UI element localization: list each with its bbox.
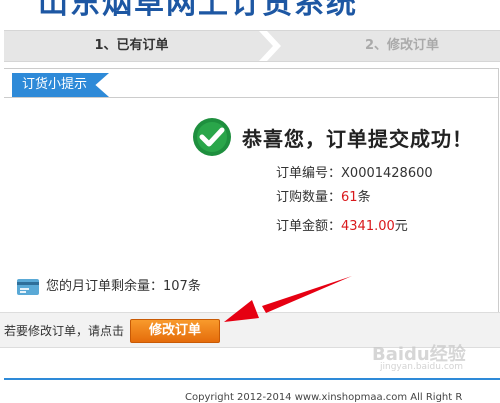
order-quantity: 订购数量：61条 [276, 186, 371, 205]
order-number: 订单编号：X0001428600 [276, 162, 433, 181]
monthly-quota-text: 您的月订单剩余量：107条 [46, 279, 201, 294]
order-quantity-value: 61 [341, 190, 358, 205]
order-number-label: 订单编号： [276, 166, 342, 181]
divider [4, 97, 498, 98]
check-circle-icon [193, 118, 231, 156]
tip-tab: 订货小提示 [12, 73, 110, 97]
modify-order-button[interactable]: 修改订单 [130, 319, 220, 343]
watermark-url: jingyan.baidu.com [380, 362, 464, 372]
order-quantity-unit: 条 [357, 190, 371, 205]
order-amount: 订单金额：4341.00元 [276, 215, 408, 234]
order-steps: 1、已有订单 2、修改订单 [4, 30, 500, 62]
app-title: 山东烟草网上订货系统 [38, 0, 358, 21]
modify-hint: 若要修改订单，请点击 [4, 324, 125, 338]
order-number-value: X0001428600 [341, 166, 433, 181]
order-amount-value: 4341.00 [341, 219, 395, 234]
card-icon [17, 278, 39, 295]
step-separator-icon [259, 31, 281, 61]
order-result-panel: 订货小提示 恭喜您，订单提交成功！ 订单编号：X0001428600 订购数量：… [4, 68, 499, 314]
footer-copyright: Copyright 2012-2014 www.xinshopmaa.com A… [185, 392, 463, 403]
order-quantity-label: 订购数量： [276, 190, 342, 205]
monthly-quota: 您的月订单剩余量：107条 [16, 275, 201, 297]
step-existing-order[interactable]: 1、已有订单 [4, 31, 259, 61]
order-amount-unit: 元 [394, 219, 408, 234]
header: 山东烟草网上订货系统 [0, 0, 500, 30]
success-title: 恭喜您，订单提交成功！ [242, 127, 473, 151]
order-amount-label: 订单金额： [276, 219, 342, 234]
footer-divider [4, 378, 500, 380]
step-modify-order[interactable]: 2、修改订单 [304, 31, 500, 61]
